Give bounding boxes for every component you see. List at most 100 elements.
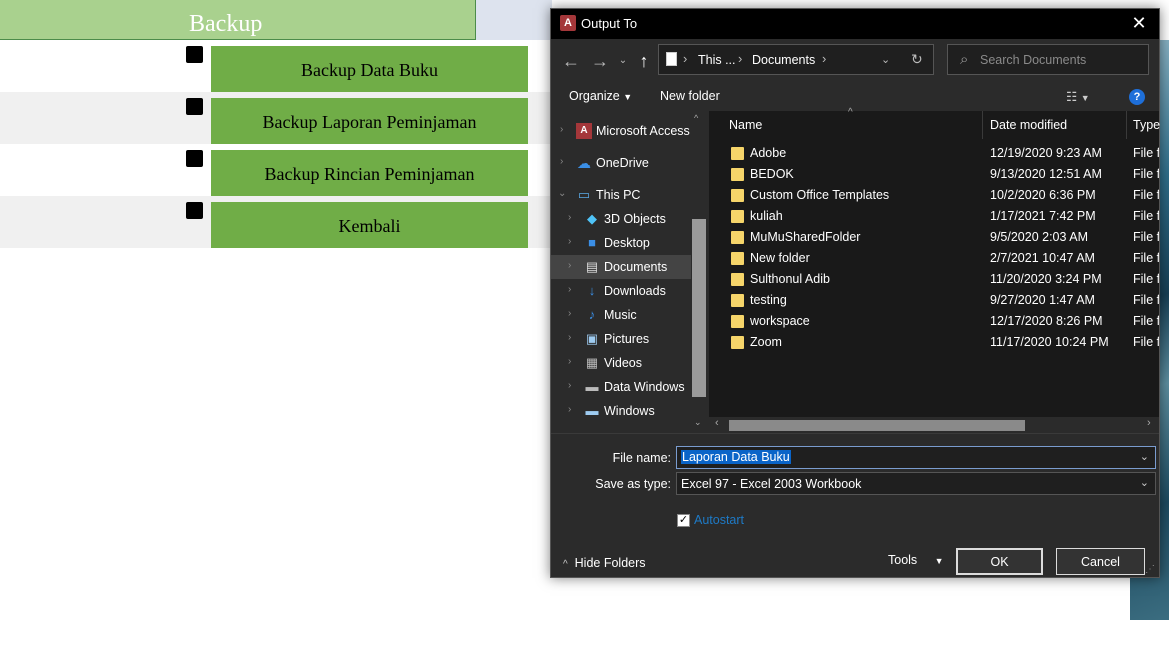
address-segment-documents[interactable]: Documents: [752, 53, 815, 67]
nav-item-windows[interactable]: › ▬ Windows: [551, 399, 691, 423]
column-header-type[interactable]: Type: [1133, 111, 1160, 139]
nav-item-onedrive[interactable]: › ☁ OneDrive: [551, 151, 691, 175]
hide-folders-button[interactable]: ^ Hide Folders: [563, 556, 646, 570]
nav-pane-scroll-thumb[interactable]: [692, 219, 706, 397]
nav-item-label: 3D Objects: [604, 212, 666, 226]
file-row[interactable]: BEDOK 9/13/2020 12:51 AM File fo: [709, 164, 1159, 185]
kembali-button[interactable]: Kembali: [211, 202, 528, 248]
file-row[interactable]: Sulthonul Adib 11/20/2020 3:24 PM File fo: [709, 269, 1159, 290]
chevron-down-icon[interactable]: ⌄: [1140, 450, 1149, 463]
form-row: Backup Data Buku: [0, 40, 552, 92]
back-arrow-icon[interactable]: ←: [559, 51, 583, 73]
column-divider[interactable]: [1126, 111, 1127, 139]
chevron-right-icon[interactable]: ›: [568, 212, 571, 223]
scroll-up-icon[interactable]: ^: [694, 113, 698, 123]
access-icon: A: [576, 123, 592, 139]
row-selector[interactable]: [186, 46, 203, 63]
address-segment-this-pc[interactable]: This ...: [698, 53, 736, 67]
scroll-right-icon[interactable]: ›: [1147, 417, 1151, 429]
nav-pane-scrollbar[interactable]: ^ ⌄: [691, 111, 709, 433]
chevron-right-icon[interactable]: ›: [568, 332, 571, 343]
hscroll-thumb[interactable]: [729, 420, 1025, 431]
chevron-up-icon: ^: [563, 559, 568, 570]
nav-item-pictures[interactable]: › ▣ Pictures: [551, 327, 691, 351]
nav-item-microsoft-access[interactable]: › A Microsoft Access: [551, 119, 691, 143]
file-name: BEDOK: [750, 167, 794, 181]
file-row[interactable]: Adobe 12/19/2020 9:23 AM File fo: [709, 143, 1159, 164]
chevron-right-icon[interactable]: ›: [568, 236, 571, 247]
chevron-down-icon[interactable]: ⌄: [1140, 476, 1149, 489]
file-list-hscrollbar[interactable]: ‹ ›: [709, 417, 1159, 433]
nav-item-data-windows[interactable]: › ▬ Data Windows: [551, 375, 691, 399]
column-header-date[interactable]: Date modified: [990, 111, 1067, 139]
row-selector[interactable]: [186, 98, 203, 115]
navigation-bar: ← → ⌄ ↑ › This ... › Documents › ⌄ ↻ ⌕: [551, 39, 1159, 83]
folder-icon: [731, 273, 744, 286]
backup-rincian-peminjaman-button[interactable]: Backup Rincian Peminjaman: [211, 150, 528, 196]
nav-item-documents[interactable]: › ▤ Documents: [551, 255, 691, 279]
nav-item-3d-objects[interactable]: › ◆ 3D Objects: [551, 207, 691, 231]
nav-item-videos[interactable]: › ▦ Videos: [551, 351, 691, 375]
cancel-button[interactable]: Cancel: [1056, 548, 1145, 575]
tools-button[interactable]: Tools ▼: [888, 553, 943, 567]
file-type: File fo: [1133, 230, 1159, 244]
autostart-label[interactable]: Autostart: [694, 513, 744, 527]
row-selector[interactable]: [186, 150, 203, 167]
chevron-right-icon[interactable]: ›: [560, 124, 563, 135]
close-button[interactable]: ✕: [1119, 9, 1159, 39]
file-name-value[interactable]: Laporan Data Buku: [681, 450, 791, 464]
nav-item-music[interactable]: › ♪ Music: [551, 303, 691, 327]
nav-item-desktop[interactable]: › ■ Desktop: [551, 231, 691, 255]
search-icon: ⌕: [960, 51, 969, 68]
chevron-right-icon[interactable]: ›: [568, 404, 571, 415]
file-row[interactable]: workspace 12/17/2020 8:26 PM File fo: [709, 311, 1159, 332]
file-name-field[interactable]: Laporan Data Buku ⌄: [676, 446, 1156, 469]
file-name-label: File name:: [612, 451, 671, 465]
file-row[interactable]: Zoom 11/17/2020 10:24 PM File fo: [709, 332, 1159, 353]
chevron-right-icon[interactable]: ›: [568, 260, 571, 271]
ok-button[interactable]: OK: [956, 548, 1043, 575]
view-options-icon[interactable]: ☷ ▼: [1066, 89, 1090, 104]
address-bar[interactable]: › This ... › Documents › ⌄ ↻: [658, 44, 934, 75]
save-as-type-select[interactable]: Excel 97 - Excel 2003 Workbook ⌄: [676, 472, 1156, 495]
search-input[interactable]: [980, 46, 1145, 73]
backup-data-buku-button[interactable]: Backup Data Buku: [211, 46, 528, 92]
help-icon[interactable]: ?: [1129, 89, 1145, 105]
dialog-titlebar[interactable]: A Output To ✕: [551, 9, 1159, 39]
up-arrow-icon[interactable]: ↑: [632, 51, 656, 73]
file-row[interactable]: MuMuSharedFolder 9/5/2020 2:03 AM File fo: [709, 227, 1159, 248]
address-dropdown-icon[interactable]: ⌄: [881, 53, 890, 66]
row-selector[interactable]: [186, 202, 203, 219]
dialog-toolbar: Organize ▼ New folder ☷ ▼ ?: [551, 83, 1159, 111]
scroll-down-icon[interactable]: ⌄: [694, 417, 702, 428]
chevron-down-icon[interactable]: ⌄: [558, 188, 566, 199]
chevron-right-icon[interactable]: ›: [568, 356, 571, 367]
chevron-right-icon[interactable]: ›: [568, 284, 571, 295]
sort-indicator-icon: ^: [848, 107, 853, 118]
chevron-right-icon[interactable]: ›: [568, 380, 571, 391]
save-as-type-value: Excel 97 - Excel 2003 Workbook: [681, 477, 862, 491]
refresh-icon[interactable]: ↻: [911, 51, 923, 68]
form-row: Backup Laporan Peminjaman: [0, 92, 552, 144]
file-row[interactable]: kuliah 1/17/2021 7:42 PM File fo: [709, 206, 1159, 227]
file-name: kuliah: [750, 209, 783, 223]
scroll-left-icon[interactable]: ‹: [715, 417, 719, 429]
backup-laporan-peminjaman-button[interactable]: Backup Laporan Peminjaman: [211, 98, 528, 144]
new-folder-button[interactable]: New folder: [660, 89, 720, 103]
tools-label: Tools: [888, 553, 918, 567]
nav-item-this-pc[interactable]: ⌄ ▭ This PC: [551, 183, 691, 207]
chevron-right-icon[interactable]: ›: [568, 308, 571, 319]
chevron-right-icon[interactable]: ›: [560, 156, 563, 167]
nav-item-downloads[interactable]: › ↓ Downloads: [551, 279, 691, 303]
forward-arrow-icon[interactable]: →: [588, 51, 612, 73]
file-date: 1/17/2021 7:42 PM: [990, 209, 1096, 223]
column-header-name[interactable]: Name: [729, 111, 762, 139]
file-row[interactable]: New folder 2/7/2021 10:47 AM File fo: [709, 248, 1159, 269]
file-row[interactable]: testing 9/27/2020 1:47 AM File fo: [709, 290, 1159, 311]
resize-grip-icon[interactable]: ⋰: [1145, 564, 1155, 575]
nav-item-label: Documents: [604, 260, 668, 274]
autostart-checkbox[interactable]: ✓: [677, 514, 690, 527]
file-row[interactable]: Custom Office Templates 10/2/2020 6:36 PM…: [709, 185, 1159, 206]
organize-button[interactable]: Organize ▼: [569, 89, 632, 103]
column-divider[interactable]: [982, 111, 983, 139]
